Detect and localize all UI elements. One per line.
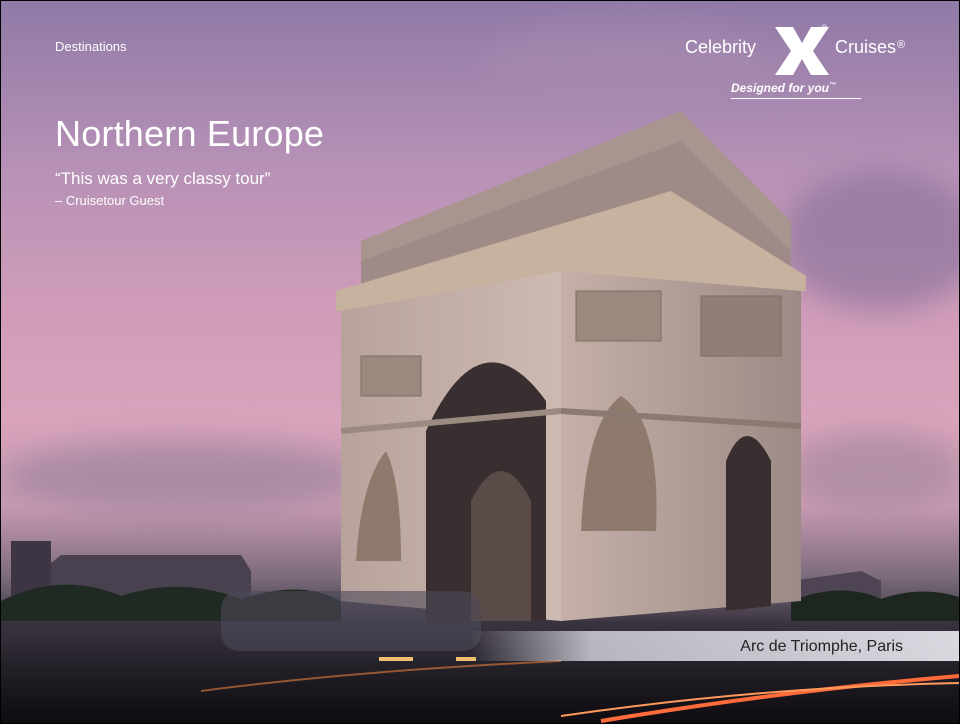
side-arch — [726, 436, 771, 611]
celebrity-cruises-logo: Celebrity ® Cruises ® Designed for you™ — [685, 23, 915, 105]
guest-quote: “This was a very classy tour” — [55, 169, 271, 188]
slide: Destinations Northern Europe “This was a… — [0, 0, 960, 724]
headlight — [379, 657, 413, 661]
relief-panel — [700, 295, 782, 357]
tail-light-trail — [600, 674, 959, 723]
quote-attribution: – Cruisetour Guest — [55, 193, 165, 208]
tail-light-trail — [560, 682, 959, 717]
relief-panel — [575, 290, 662, 342]
logo-tagline: Designed for you™ — [731, 81, 836, 95]
light-trail — [200, 660, 562, 692]
trademark: ™ — [829, 82, 837, 89]
logo-brand-right: Cruises — [835, 37, 897, 57]
cloud — [791, 431, 959, 511]
relief-panel — [360, 355, 422, 397]
section-label: Destinations — [55, 39, 127, 54]
cloud — [1, 441, 361, 511]
tagline-underline — [731, 98, 861, 99]
page-title: Northern Europe — [55, 113, 325, 154]
photo-caption: Arc de Triomphe, Paris — [740, 638, 903, 655]
tagline-text: Designed for you — [731, 81, 830, 95]
arc-de-triomphe — [336, 111, 806, 621]
blurred-bus — [221, 591, 481, 651]
logo-brand-left: Celebrity — [685, 37, 757, 57]
registered-mark: ® — [897, 39, 906, 51]
registered-mark: ® — [821, 23, 828, 33]
